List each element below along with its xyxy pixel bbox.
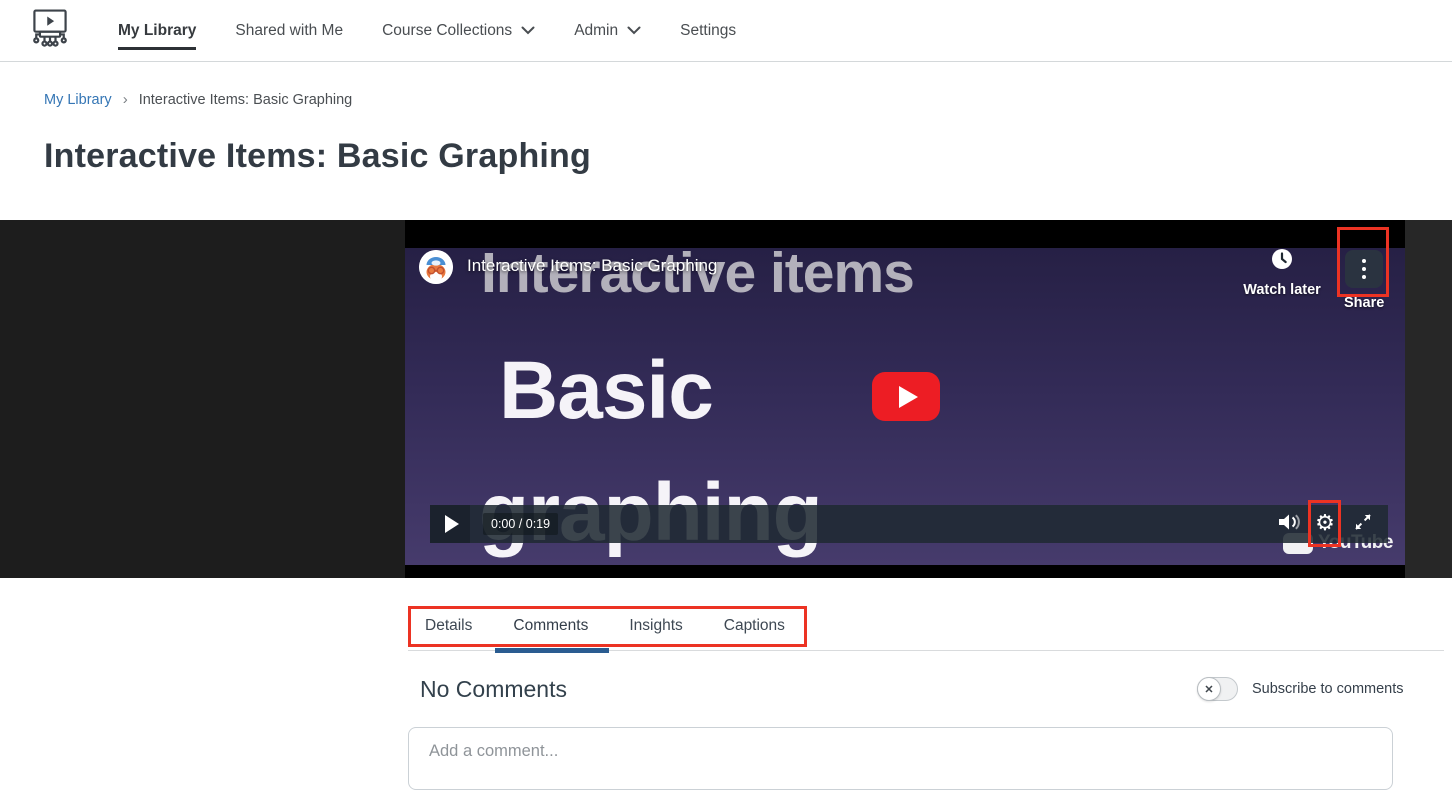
nav-item-admin[interactable]: Admin: [574, 0, 641, 62]
play-icon: [445, 515, 459, 533]
time-display: 0:00 / 0:19: [483, 513, 558, 535]
nav-item-shared-with-me[interactable]: Shared with Me: [235, 0, 343, 62]
chevron-down-icon: [627, 26, 641, 35]
breadcrumb-separator: ›: [123, 91, 128, 108]
volume-icon: [1277, 512, 1301, 537]
nav-items: My Library Shared with Me Course Collect…: [118, 0, 736, 62]
media-player-logo-icon: [28, 6, 72, 55]
nav-label: Course Collections: [382, 22, 512, 40]
tab-comments[interactable]: Comments: [513, 617, 588, 635]
share-button[interactable]: Share: [1344, 250, 1384, 311]
nav-label: Admin: [574, 22, 618, 40]
subscribe-toggle[interactable]: ✕: [1197, 677, 1238, 701]
tab-insights[interactable]: Insights: [629, 617, 682, 635]
active-tab-underline: [495, 648, 609, 653]
channel-avatar[interactable]: [419, 250, 453, 284]
volume-button[interactable]: [1274, 512, 1304, 537]
nav-item-course-collections[interactable]: Course Collections: [382, 0, 535, 62]
nav-item-my-library[interactable]: My Library: [118, 0, 196, 62]
breadcrumb: My Library › Interactive Items: Basic Gr…: [44, 91, 352, 108]
youtube-play-button[interactable]: [872, 372, 940, 421]
top-navigation: My Library Shared with Me Course Collect…: [0, 0, 1452, 62]
subscribe-to-comments: ✕ Subscribe to comments: [1197, 677, 1404, 701]
fullscreen-icon: [1353, 512, 1373, 537]
fullscreen-button[interactable]: [1348, 512, 1378, 537]
page-title: Interactive Items: Basic Graphing: [44, 137, 591, 176]
video-overlay-title[interactable]: Interactive Items: Basic Graphing: [467, 256, 717, 276]
settings-button[interactable]: ⚙: [1310, 513, 1340, 535]
clock-icon: [1271, 257, 1293, 274]
settings-gear-icon: ⚙: [1315, 513, 1335, 535]
watch-later-button[interactable]: Watch later: [1236, 248, 1328, 298]
add-comment-input[interactable]: [408, 727, 1393, 790]
share-label: Share: [1344, 295, 1384, 311]
media-library-page: My Library Shared with Me Course Collect…: [0, 0, 1452, 810]
breadcrumb-current: Interactive Items: Basic Graphing: [139, 92, 353, 108]
breadcrumb-my-library-link[interactable]: My Library: [44, 92, 112, 108]
app-logo[interactable]: [27, 8, 73, 54]
tab-captions[interactable]: Captions: [724, 617, 785, 635]
slide-title-line1: Basic: [499, 344, 713, 438]
kebab-menu-icon: [1345, 250, 1383, 288]
play-button[interactable]: [430, 505, 470, 543]
strip-right-background: [1405, 220, 1452, 578]
nav-item-settings[interactable]: Settings: [680, 0, 736, 62]
nav-label: Shared with Me: [235, 22, 343, 40]
no-comments-heading: No Comments: [420, 676, 567, 703]
tab-details[interactable]: Details: [425, 617, 472, 635]
player-control-bar: 0:00 / 0:19 ⚙: [430, 505, 1388, 543]
nav-label: Settings: [680, 22, 736, 40]
media-tabs: Details Comments Insights Captions: [425, 617, 785, 635]
toggle-x-icon: ✕: [1197, 677, 1221, 701]
youtube-video-player[interactable]: Interactive items Basic graphing Interac…: [405, 220, 1405, 578]
subscribe-label: Subscribe to comments: [1252, 681, 1404, 697]
chevron-down-icon: [521, 26, 535, 35]
video-strip: Interactive items Basic graphing Interac…: [0, 220, 1452, 578]
nav-label: My Library: [118, 22, 196, 40]
play-icon: [899, 386, 918, 408]
watch-later-label: Watch later: [1236, 282, 1328, 298]
